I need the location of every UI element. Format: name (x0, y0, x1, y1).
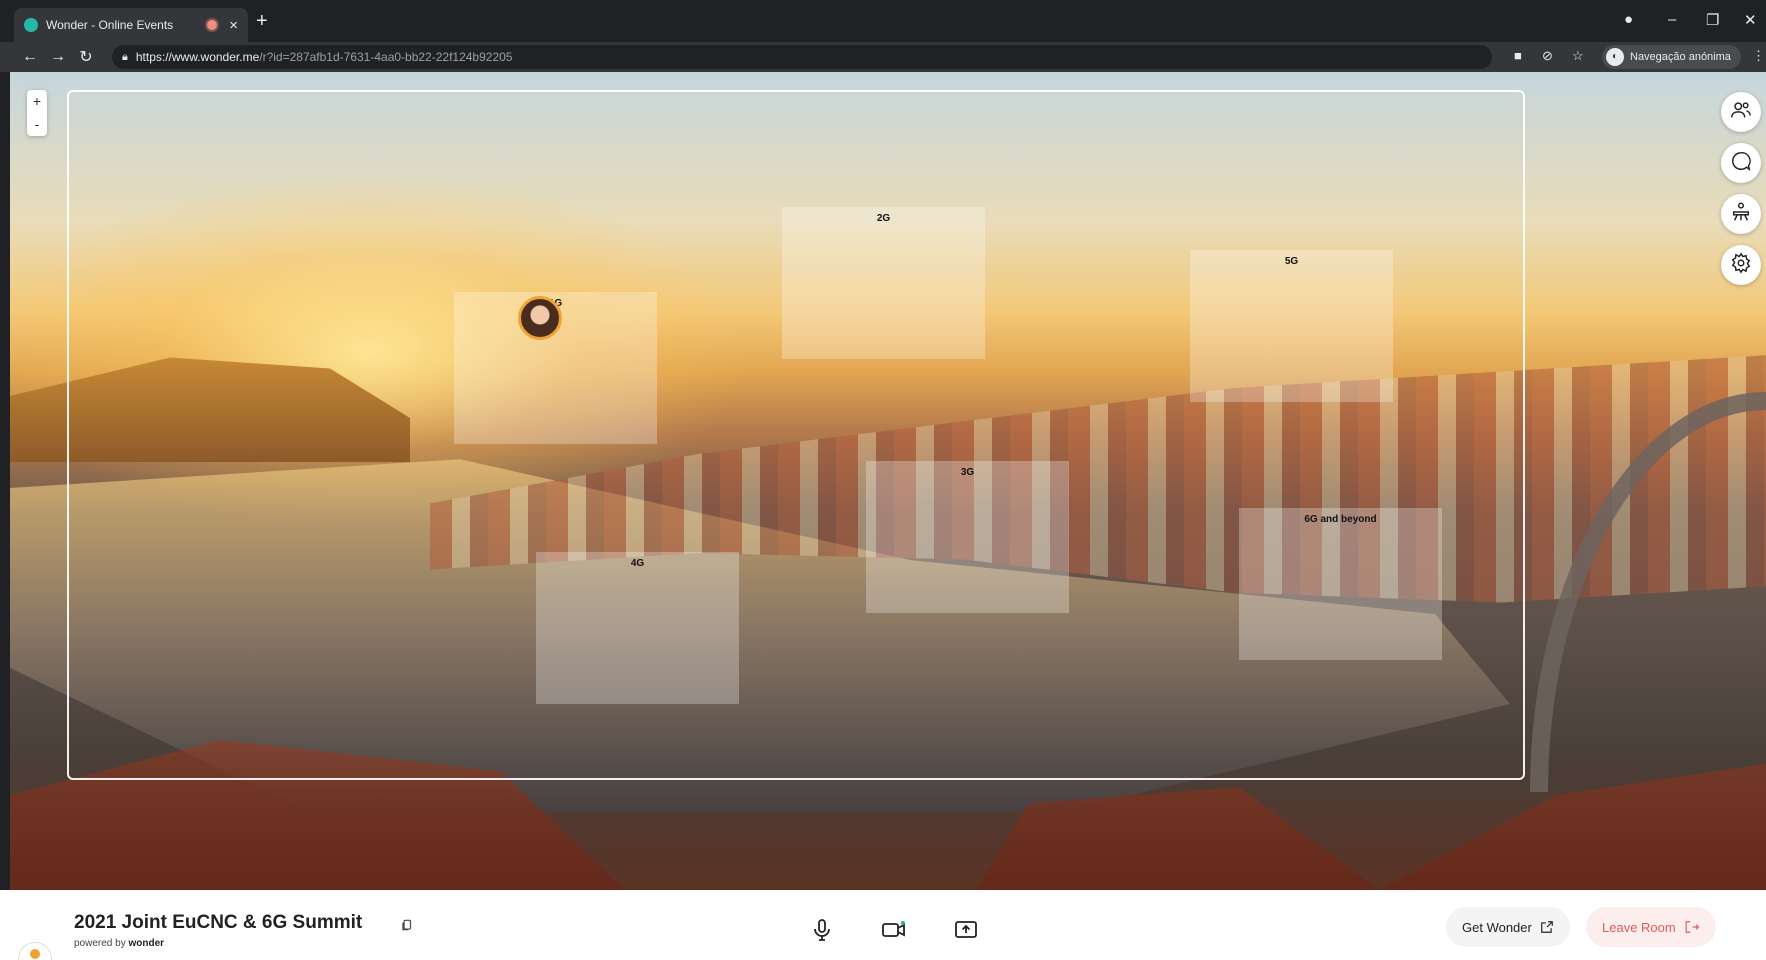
bookmark-star-icon[interactable]: ☆ (1572, 48, 1584, 64)
new-tab-button[interactable]: + (256, 10, 268, 33)
tab-strip: Wonder - Online Events × + ● – ❐ ✕ (0, 0, 1766, 42)
lock-icon: 🔒︎ (122, 50, 128, 63)
wonder-favicon-icon (24, 18, 38, 32)
copy-link-icon[interactable] (400, 918, 414, 937)
screen-share-button[interactable] (944, 910, 988, 954)
broadcast-icon (1730, 201, 1752, 228)
restore-button[interactable]: ❐ (1706, 11, 1719, 29)
settings-button[interactable] (1721, 245, 1761, 285)
microphone-icon (810, 918, 834, 947)
browser-window: Wonder - Online Events × + ● – ❐ ✕ ← → ↻… (0, 0, 1766, 960)
screen-share-icon (954, 918, 978, 947)
area-label: 2G (876, 213, 891, 224)
user-avatar[interactable] (518, 296, 562, 340)
address-bar[interactable]: 🔒︎ https://www.wonder.me /r?id=287afb1d-… (112, 45, 1492, 69)
zoom-in-button[interactable]: + (27, 90, 47, 113)
people-button[interactable] (1721, 92, 1761, 132)
room-map-canvas[interactable]: 1G 2G 3G 4G 5G 6G and beyond + - (10, 72, 1766, 890)
area-3g[interactable]: 3G (866, 461, 1069, 613)
get-wonder-button[interactable]: Get Wonder (1446, 907, 1570, 947)
leave-room-label: Leave Room (1602, 919, 1676, 935)
incognito-icon: ◐ (1606, 48, 1624, 66)
forward-arrow-icon[interactable]: → (44, 48, 72, 66)
url-host: https://www.wonder.me (135, 50, 260, 64)
camera-button[interactable] (872, 910, 916, 954)
browser-tab[interactable]: Wonder - Online Events × (14, 8, 248, 42)
area-label: 4G (630, 558, 645, 569)
bottom-bar: 2021 Joint EuCNC & 6G Summit powered by … (0, 890, 1766, 960)
tracking-blocked-icon[interactable]: ⊘ (1542, 48, 1553, 64)
room-title: 2021 Joint EuCNC & 6G Summit (74, 912, 363, 933)
area-6g-and-beyond[interactable]: 6G and beyond (1239, 508, 1442, 660)
incognito-badge[interactable]: ◐ Navegação anónima (1602, 45, 1741, 69)
powered-by: powered by wonder (74, 938, 164, 949)
exit-door-icon (1684, 920, 1700, 934)
chat-button[interactable] (1721, 143, 1761, 183)
zoom-out-button[interactable]: - (27, 113, 47, 136)
area-4g[interactable]: 4G (536, 552, 739, 704)
url-path: /r?id=287afb1d-7631-4aa0-bb22-22f124b922… (259, 50, 513, 64)
area-5g[interactable]: 5G (1190, 250, 1393, 402)
close-window-button[interactable]: ✕ (1744, 11, 1757, 29)
reload-icon[interactable]: ↻ (72, 47, 100, 67)
microphone-button[interactable] (800, 910, 844, 954)
browser-menu-icon[interactable]: ⋮ (1752, 48, 1765, 64)
people-icon (1730, 99, 1752, 126)
incognito-label: Navegação anónima (1630, 51, 1731, 63)
area-label: 5G (1284, 256, 1299, 267)
camera-icon (881, 918, 907, 947)
powered-prefix: powered by (74, 938, 126, 949)
broadcast-button[interactable] (1721, 194, 1761, 234)
back-arrow-icon[interactable]: ← (16, 48, 44, 66)
area-label: 6G and beyond (1304, 514, 1377, 525)
external-link-icon (1540, 920, 1554, 934)
camera-in-use-icon[interactable]: ■ (1514, 48, 1522, 63)
get-wonder-label: Get Wonder (1462, 919, 1532, 935)
area-label: 3G (960, 467, 975, 478)
settings-gear-icon (1730, 252, 1752, 279)
profile-icon[interactable]: ● (1624, 11, 1633, 28)
event-logo-avatar[interactable] (18, 942, 52, 960)
recording-indicator-icon (207, 20, 218, 30)
room-boundary (67, 90, 1525, 780)
right-action-rail (1721, 92, 1761, 296)
zoom-controls: + - (27, 90, 47, 136)
minimize-button[interactable]: – (1668, 11, 1676, 28)
tab-title: Wonder - Online Events (46, 18, 174, 32)
browser-toolbar: ← → ↻ 🔒︎ https://www.wonder.me /r?id=287… (0, 42, 1766, 72)
tab-close-button[interactable]: × (229, 17, 238, 34)
area-2g[interactable]: 2G (782, 207, 985, 359)
chat-bubble-icon (1730, 150, 1752, 177)
powered-brand: wonder (128, 938, 165, 949)
leave-room-button[interactable]: Leave Room (1586, 907, 1716, 947)
